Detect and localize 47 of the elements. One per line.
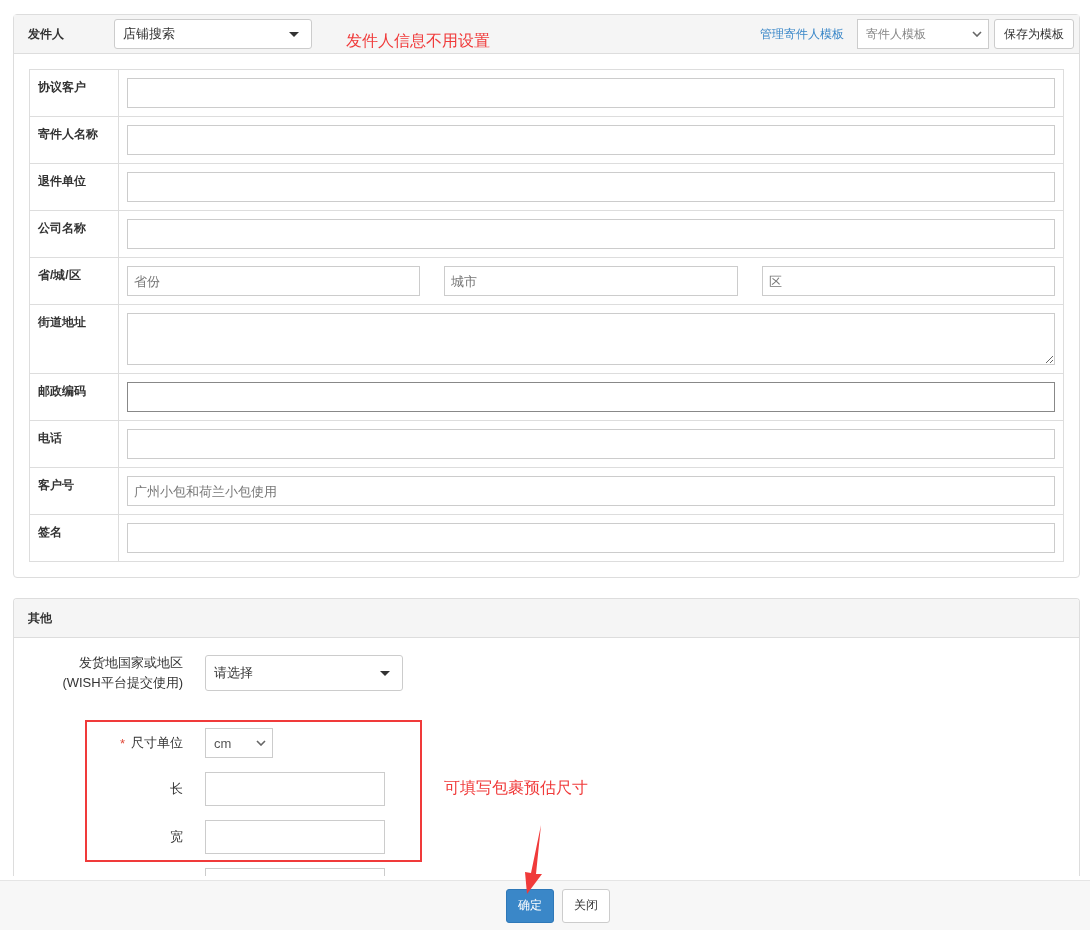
- field-label: 街道地址: [30, 305, 119, 373]
- input-field[interactable]: [127, 78, 1055, 108]
- close-button[interactable]: 关闭: [562, 888, 610, 923]
- caret-icon: [380, 670, 390, 676]
- field-label: 公司名称: [30, 211, 119, 257]
- panel-title: 发件人: [28, 25, 65, 43]
- field-label: 长: [170, 780, 183, 798]
- field-label: 协议客户: [30, 70, 119, 116]
- input-field[interactable]: 广州小包和荷兰小包使用: [127, 476, 1055, 506]
- chevron-icon: [972, 31, 982, 37]
- input-field[interactable]: [205, 772, 385, 806]
- textarea-field[interactable]: [127, 313, 1055, 365]
- shop-search-dropdown[interactable]: 店铺搜索: [114, 19, 312, 49]
- manage-template-link[interactable]: 管理寄件人模板: [760, 25, 844, 43]
- save-template-button[interactable]: 保存为模板: [994, 19, 1074, 49]
- required-mark: *: [119, 735, 125, 751]
- annotation-text: 发件人信息不用设置: [346, 30, 490, 51]
- input-field[interactable]: [127, 172, 1055, 202]
- field-label: 邮政编码: [30, 374, 119, 420]
- field-label: 寄件人名称: [30, 117, 119, 163]
- unit-select[interactable]: cm: [205, 728, 273, 758]
- input-field[interactable]: 区: [761, 266, 1055, 296]
- input-field[interactable]: [127, 125, 1055, 155]
- field-label: 电话: [30, 421, 119, 467]
- annotation-text: 可填写包裹预估尺寸: [444, 778, 588, 798]
- country-dropdown[interactable]: 请选择: [205, 655, 403, 691]
- input-field[interactable]: [127, 429, 1055, 459]
- confirm-button[interactable]: 确定: [506, 888, 554, 923]
- field-label: 签名: [30, 515, 119, 561]
- input-field[interactable]: [127, 523, 1055, 553]
- field-label: 退件单位: [30, 164, 119, 210]
- input-field[interactable]: [127, 382, 1055, 412]
- panel-title: 其他: [28, 609, 53, 627]
- field-label: 发货地国家或地区: [79, 654, 183, 672]
- input-field[interactable]: 城市: [444, 266, 738, 296]
- field-label: 尺寸单位: [131, 734, 183, 752]
- template-select[interactable]: 寄件人模板: [857, 19, 989, 49]
- field-label: 省/城/区: [30, 258, 119, 304]
- caret-icon: [289, 31, 299, 37]
- field-label: 客户号: [30, 468, 119, 514]
- input-field[interactable]: [205, 868, 385, 876]
- field-note: (WISH平台提交使用): [62, 674, 183, 692]
- field-label: 宽: [170, 828, 183, 846]
- input-field[interactable]: [205, 820, 385, 854]
- chevron-icon: [256, 740, 266, 746]
- input-field[interactable]: [127, 219, 1055, 249]
- input-field[interactable]: 省份: [127, 266, 421, 296]
